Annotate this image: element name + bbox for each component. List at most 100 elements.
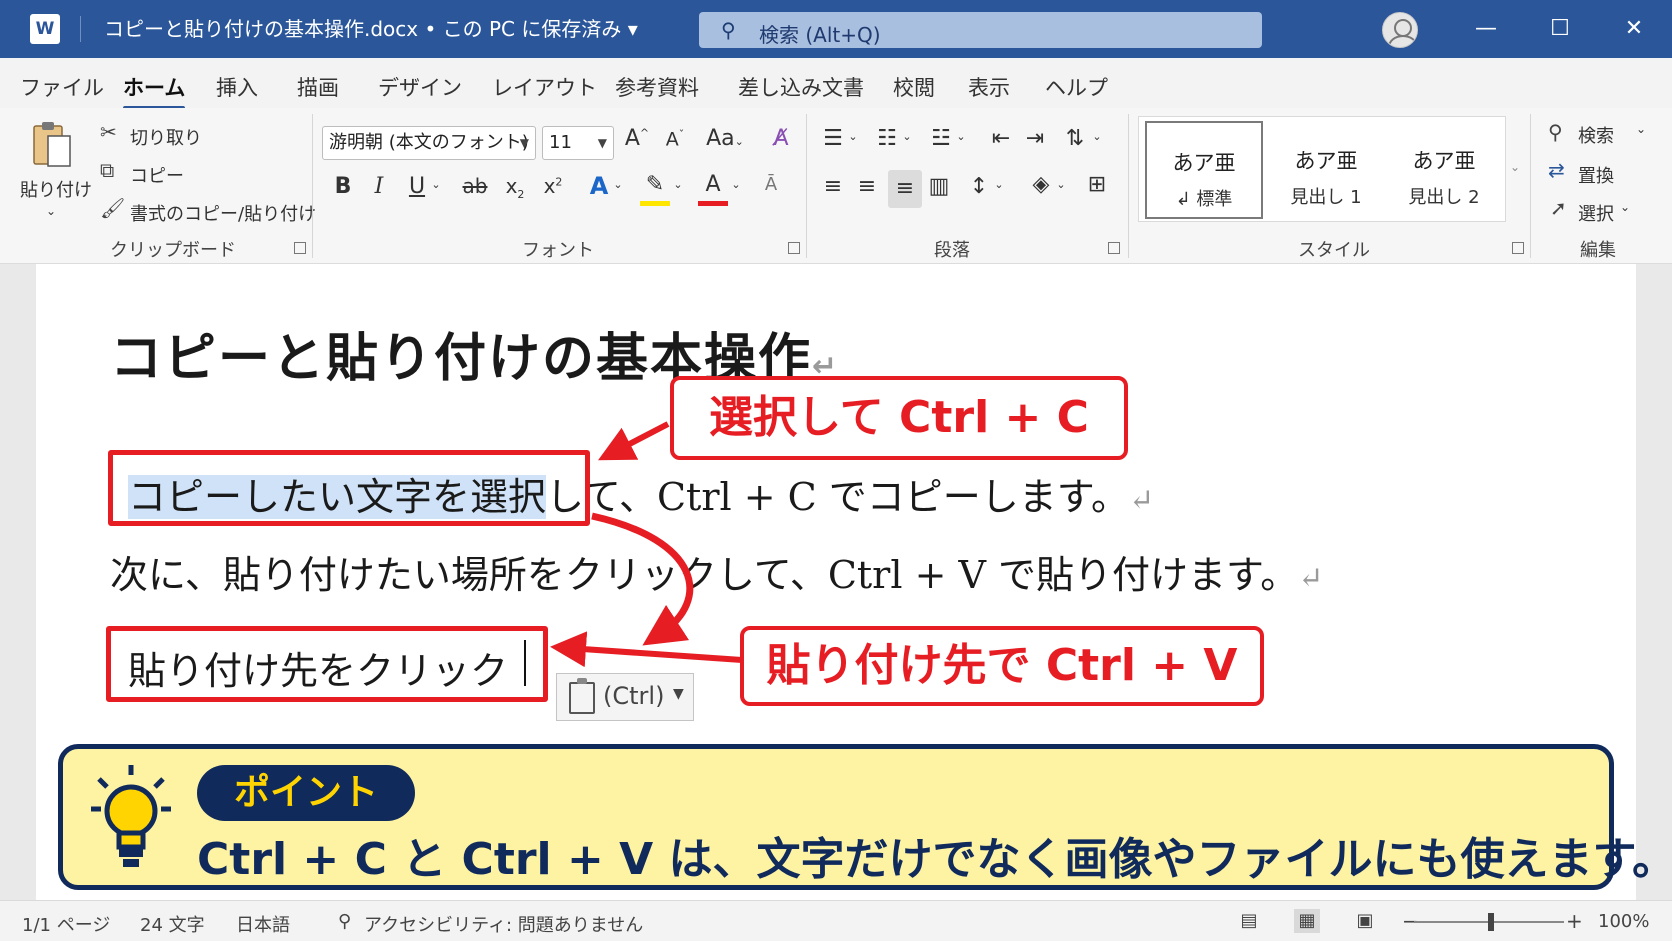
style-heading-2[interactable]: あア亜 見出し 2 bbox=[1385, 121, 1503, 219]
paragraph-2[interactable]: 次に、貼り付けたい場所をクリックして、Ctrl + V で貼り付けます。↵ bbox=[110, 544, 1323, 599]
chevron-down-icon[interactable]: ⌄ bbox=[670, 178, 686, 191]
increase-indent-icon[interactable]: ⇥ bbox=[1020, 126, 1050, 151]
title-bar: W コピーと貼り付けの基本操作.docx • この PC に保存済み ▾ ⚲ 検… bbox=[0, 0, 1672, 58]
chevron-down-icon[interactable]: ⌄ bbox=[1636, 122, 1646, 136]
chevron-down-icon[interactable]: ⌄ bbox=[610, 178, 626, 191]
print-layout-icon[interactable]: ▦ bbox=[1294, 909, 1320, 933]
tab-insert[interactable]: 挿入 bbox=[216, 72, 258, 102]
tab-design[interactable]: デザイン bbox=[378, 72, 462, 102]
chevron-down-icon[interactable]: ⌄ bbox=[954, 130, 968, 143]
group-label-clipboard: クリップボード bbox=[110, 240, 236, 261]
zoom-slider[interactable] bbox=[1414, 913, 1564, 931]
paste-options-button[interactable]: (Ctrl) ▼ bbox=[556, 673, 694, 721]
paste-button[interactable]: 貼り付け bbox=[20, 176, 92, 202]
paste-options-label: (Ctrl) bbox=[603, 682, 665, 710]
change-case-icon[interactable]: Aa⌄ bbox=[704, 126, 746, 151]
paste-icon[interactable] bbox=[32, 120, 72, 170]
justify-icon[interactable]: ≡ bbox=[888, 170, 922, 208]
superscript-icon[interactable]: x2 bbox=[538, 174, 568, 198]
font-size-combo[interactable]: 11 ▼ bbox=[542, 126, 614, 160]
italic-icon[interactable]: I bbox=[364, 174, 394, 199]
line-spacing-icon[interactable]: ↕ bbox=[964, 174, 994, 199]
copy-button[interactable]: コピー bbox=[130, 162, 184, 188]
chevron-down-icon[interactable]: ⌄ bbox=[428, 178, 444, 191]
page-count[interactable]: 1/1 ページ bbox=[22, 911, 110, 937]
zoom-in-button[interactable]: + bbox=[1566, 909, 1583, 933]
cut-button[interactable]: 切り取り bbox=[130, 124, 202, 150]
document-title[interactable]: コピーと貼り付けの基本操作.docx • この PC に保存済み ▾ bbox=[104, 16, 638, 42]
numbering-icon[interactable]: ☷ bbox=[872, 126, 902, 151]
chevron-down-icon[interactable]: ⌄ bbox=[1054, 178, 1068, 191]
zoom-slider-thumb[interactable] bbox=[1488, 913, 1494, 931]
align-left-icon[interactable]: ≡ bbox=[818, 174, 848, 199]
chevron-down-icon[interactable]: ⌄ bbox=[728, 178, 744, 191]
tab-layout[interactable]: レイアウト bbox=[492, 72, 597, 102]
account-avatar[interactable] bbox=[1382, 12, 1418, 48]
language-status[interactable]: 日本語 bbox=[236, 911, 290, 937]
accessibility-status[interactable]: アクセシビリティ: 問題ありません bbox=[364, 911, 643, 937]
subscript-icon[interactable]: x2 bbox=[500, 174, 530, 201]
grow-font-icon[interactable]: A^ bbox=[622, 126, 652, 151]
multilevel-list-icon[interactable]: ☳ bbox=[926, 126, 956, 151]
sort-icon[interactable]: ⇅ bbox=[1060, 126, 1090, 151]
word-count[interactable]: 24 文字 bbox=[140, 911, 205, 937]
font-size-value: 11 bbox=[549, 132, 572, 153]
align-center-icon[interactable]: ≡ bbox=[852, 174, 882, 199]
close-button[interactable]: ✕ bbox=[1614, 10, 1654, 48]
search-icon: ⚲ bbox=[721, 18, 736, 42]
zoom-level[interactable]: 100% bbox=[1598, 911, 1649, 932]
maximize-button[interactable]: ☐ bbox=[1540, 10, 1580, 48]
tab-help[interactable]: ヘルプ bbox=[1045, 72, 1108, 102]
tab-file[interactable]: ファイル bbox=[20, 72, 104, 102]
find-button[interactable]: 検索 bbox=[1578, 122, 1614, 148]
highlight-icon[interactable]: ✎ bbox=[640, 172, 670, 206]
distributed-icon[interactable]: ▥ bbox=[924, 174, 954, 199]
chevron-down-icon[interactable]: ⌄ bbox=[846, 130, 860, 143]
font-color-icon[interactable]: A bbox=[698, 172, 728, 206]
select-button[interactable]: 選択 bbox=[1578, 200, 1614, 226]
group-separator bbox=[312, 114, 313, 258]
tab-home[interactable]: ホーム bbox=[123, 72, 186, 110]
tab-review[interactable]: 校閲 bbox=[893, 72, 935, 102]
shrink-font-icon[interactable]: Aˇ bbox=[660, 128, 690, 150]
borders-icon[interactable]: ⊞ bbox=[1082, 172, 1112, 197]
font-launcher-icon[interactable] bbox=[788, 242, 800, 254]
clear-formatting-icon[interactable]: A̸ bbox=[766, 126, 796, 151]
styles-scroll-icon[interactable]: ⌄ bbox=[1510, 160, 1520, 174]
format-painter-button[interactable]: 書式のコピー/貼り付け bbox=[130, 200, 316, 226]
decrease-indent-icon[interactable]: ⇤ bbox=[986, 126, 1016, 151]
font-name-combo[interactable]: 游明朝 (本文のフォント) ▼ bbox=[322, 126, 536, 160]
style-heading-1[interactable]: あア亜 見出し 1 bbox=[1267, 121, 1385, 219]
bullets-icon[interactable]: ☰ bbox=[818, 126, 848, 151]
style-name-text: 標準 bbox=[1196, 189, 1233, 210]
paragraph-1-rest: して、Ctrl + C でコピーします。 bbox=[546, 475, 1129, 519]
tab-references[interactable]: 参考資料 bbox=[615, 72, 699, 102]
style-normal[interactable]: あア亜 ↲ 標準 bbox=[1145, 121, 1263, 219]
chevron-down-icon[interactable]: ⌄ bbox=[992, 178, 1006, 191]
replace-button[interactable]: 置換 bbox=[1578, 162, 1614, 188]
replace-icon: ⇄ bbox=[1548, 158, 1565, 182]
bold-icon[interactable]: B bbox=[328, 174, 358, 199]
tab-mailings[interactable]: 差し込み文書 bbox=[738, 72, 864, 102]
paragraph-launcher-icon[interactable] bbox=[1108, 242, 1120, 254]
chevron-down-icon[interactable]: ⌄ bbox=[1090, 130, 1104, 143]
web-layout-icon[interactable]: ▣ bbox=[1352, 909, 1378, 933]
style-preview: あア亜 bbox=[1412, 149, 1476, 173]
chevron-down-icon[interactable]: ⌄ bbox=[1620, 200, 1630, 214]
tab-view[interactable]: 表示 bbox=[968, 72, 1010, 102]
chevron-down-icon[interactable]: ⌄ bbox=[900, 130, 914, 143]
style-name: 見出し 2 bbox=[1408, 187, 1480, 208]
group-label-editing: 編集 bbox=[1580, 240, 1616, 261]
group-separator bbox=[806, 114, 807, 258]
minimize-button[interactable]: — bbox=[1466, 10, 1506, 48]
lightbulb-icon bbox=[91, 765, 171, 867]
search-box[interactable]: ⚲ 検索 (Alt+Q) bbox=[699, 12, 1262, 48]
styles-launcher-icon[interactable] bbox=[1512, 242, 1524, 254]
read-mode-icon[interactable]: ▤ bbox=[1236, 909, 1262, 933]
shading-icon[interactable]: ◈ bbox=[1026, 172, 1056, 197]
character-shading-icon[interactable]: Ā bbox=[756, 174, 786, 195]
clipboard-launcher-icon[interactable] bbox=[294, 242, 306, 254]
paste-dropdown-icon[interactable]: ⌄ bbox=[46, 204, 56, 218]
tab-draw[interactable]: 描画 bbox=[297, 72, 339, 102]
strikethrough-icon[interactable]: ab bbox=[460, 174, 490, 198]
